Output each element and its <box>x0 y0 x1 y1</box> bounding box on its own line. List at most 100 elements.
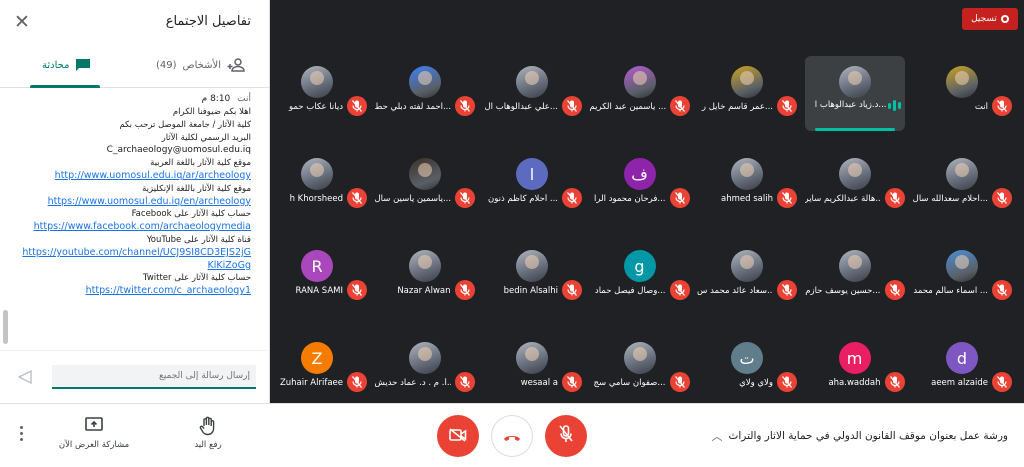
participant-tile[interactable]: m aha.waddah <box>805 332 905 407</box>
camera-off-icon <box>449 427 467 446</box>
chat-link[interactable]: http://www.uomosul.edu.iq/ar/archeology <box>14 170 251 183</box>
participant-avatar <box>516 342 548 374</box>
participant-tile[interactable]: احلام سعدالله سال... <box>912 148 1012 223</box>
mic-off-icon <box>992 188 1012 208</box>
participant-tile[interactable]: ahmed salih <box>697 148 797 223</box>
participant-name: احمد لفته دبلي حط... <box>374 102 451 112</box>
participant-tile[interactable]: ياسمين عبد الكريم ... <box>590 56 690 131</box>
tab-chat-label: محادثة <box>42 59 70 71</box>
chat-composer <box>0 350 269 403</box>
chat-link[interactable]: KlKiZoGg <box>14 260 251 273</box>
participant-tile[interactable]: سعاد عائد محمد س... <box>697 240 797 315</box>
participant-tile[interactable]: عمر قاسم خايل ر... <box>697 56 797 131</box>
participant-tile[interactable]: wesaal a <box>482 332 582 407</box>
close-icon[interactable]: ✕ <box>12 12 32 32</box>
hangup-icon <box>502 427 522 446</box>
mic-off-icon <box>562 372 582 392</box>
chat-link[interactable]: https://www.facebook.com/archaeologymedi… <box>14 221 251 234</box>
recording-label: تسجيل <box>971 14 997 24</box>
chat-scrollbar[interactable] <box>3 310 8 344</box>
participant-tile[interactable]: صفوان سامي سج... <box>590 332 690 407</box>
participant-avatar <box>623 66 656 98</box>
recording-badge: تسجيل <box>962 8 1018 30</box>
participant-name: علي عبدالوهاب ال... <box>484 102 558 112</box>
participant-avatar <box>838 250 871 282</box>
chevron-up-icon[interactable]: ︿ <box>711 428 722 444</box>
participant-tile[interactable]: أنت <box>912 56 1012 131</box>
participant-avatar <box>838 158 871 190</box>
chat-text-line: البريد الرسمي لكلية الآثار <box>161 132 251 143</box>
participant-tile[interactable]: احمد لفته دبلي حط... <box>375 56 475 131</box>
participant-tile[interactable]: R RANA SAMI <box>267 240 367 315</box>
participant-avatar <box>731 158 763 190</box>
participant-name: ياسمين عبد الكريم ... <box>589 102 666 112</box>
bottom-toolbar: مشاركة العرض الآن رفع اليد ︿ ورشة عمل بع… <box>0 403 1024 467</box>
participant-tile[interactable]: حسين يوسف حازم... <box>805 240 905 315</box>
present-icon <box>56 416 132 436</box>
participant-tile[interactable]: ياسمين ياسين سال... <box>375 148 475 223</box>
active-tab-indicator <box>30 85 100 88</box>
meeting-title-area[interactable]: ︿ ورشة عمل بعنوان موقف القانون الدولي في… <box>711 428 1008 444</box>
participant-avatar: g <box>623 250 656 282</box>
participant-tile[interactable]: Nazar Alwan <box>375 240 475 315</box>
mic-off-icon <box>669 96 690 116</box>
mic-off-icon <box>777 280 797 300</box>
mic-off-icon <box>992 372 1012 392</box>
mic-off-icon <box>562 280 582 300</box>
participant-tile[interactable]: h Khorsheed <box>267 148 367 223</box>
more-vert-icon[interactable] <box>14 426 28 446</box>
participant-name: هالة عبدالكريم ساير... <box>804 194 881 204</box>
raise-hand-label: رفع اليد <box>194 440 222 450</box>
chat-message-input[interactable] <box>52 365 256 389</box>
chat-messages[interactable]: أنت 8:10 م اهلا بكم ضيوفنا الكرام كلية ال… <box>0 90 269 345</box>
participant-avatar: ت <box>731 342 763 374</box>
participant-name: فرحان محمود الرا... <box>594 194 666 204</box>
participant-tile[interactable]: d aeem alzaide <box>912 332 1012 407</box>
mic-off-icon <box>777 188 797 208</box>
mic-off-icon <box>777 96 797 116</box>
raise-hand-button[interactable]: رفع اليد <box>170 416 246 450</box>
camera-off-button[interactable] <box>437 415 479 457</box>
participant-avatar: m <box>838 342 871 374</box>
participant-name: سعاد عائد محمد س... <box>697 286 773 296</box>
participant-tile[interactable]: د.زياد عبدالوهاب ا... <box>804 56 905 131</box>
chat-text-line: C_archaeology@uomosul.edu.iq <box>106 145 251 156</box>
chat-link[interactable]: https://www.uomosul.edu.iq/en/archeology <box>14 196 251 209</box>
mic-off-icon <box>454 188 475 208</box>
chat-link[interactable]: https://twitter.com/c_archaeology1 <box>14 285 251 298</box>
participant-tile[interactable]: bedin Alsalhi <box>482 240 582 315</box>
mic-off-icon <box>347 280 367 300</box>
mic-off-icon <box>454 372 475 392</box>
mic-off-icon <box>884 188 905 208</box>
send-icon[interactable] <box>17 369 32 388</box>
present-now-button[interactable]: مشاركة العرض الآن <box>56 416 132 450</box>
participant-tile[interactable]: علي عبدالوهاب ال... <box>482 56 582 131</box>
participant-name: أ. م . د. عماد حديش... <box>374 378 451 388</box>
tab-people[interactable]: (49) الأشخاص <box>156 58 245 72</box>
participant-tile[interactable]: Z Zuhair Alrifaee <box>267 332 367 407</box>
participant-tile[interactable]: اسماء سالم محمد ... <box>912 240 1012 315</box>
participant-avatar <box>731 250 763 282</box>
mic-off-icon <box>562 188 582 208</box>
participant-tile[interactable]: هالة عبدالكريم ساير... <box>805 148 905 223</box>
participant-tile[interactable]: ف فرحان محمود الرا... <box>590 148 690 223</box>
participant-name: Zuhair Alrifaee <box>279 378 343 388</box>
participant-tile[interactable]: g وصال فيصل حماد... <box>590 240 690 315</box>
meeting-details-panel: ✕ تفاصيل الاجتماع (49) الأشخاص محادثة أن… <box>0 0 270 403</box>
tab-chat[interactable]: محادثة <box>42 58 91 72</box>
participant-tile[interactable]: ا أحلام كاظم ذنون ... <box>482 148 582 223</box>
participant-tile[interactable]: ديانا عكاب حمو <box>267 56 367 131</box>
message-body: اهلا بكم ضيوفنا الكرام كلية الآثار / جامع… <box>14 106 251 298</box>
chat-link[interactable]: https://youtube.com/channel/UCJ9SI8CD3EJ… <box>14 247 251 260</box>
mic-off-button[interactable] <box>545 415 587 457</box>
participant-name: ديانا عكاب حمو <box>288 102 343 112</box>
participant-avatar <box>408 342 441 374</box>
hangup-button[interactable] <box>491 415 533 457</box>
tiles-container: أنت د.زياد عبدالوهاب ا... عمر قاسم خايل ر.… <box>271 38 1024 403</box>
participant-tile[interactable]: أ. م . د. عماد حديش... <box>375 332 475 407</box>
mic-off-icon <box>669 280 690 300</box>
participant-avatar <box>408 250 441 282</box>
mic-off-icon <box>559 425 573 447</box>
participant-tile[interactable]: ت ولاي ولاي <box>697 332 797 407</box>
panel-title: تفاصيل الاجتماع <box>165 14 251 29</box>
